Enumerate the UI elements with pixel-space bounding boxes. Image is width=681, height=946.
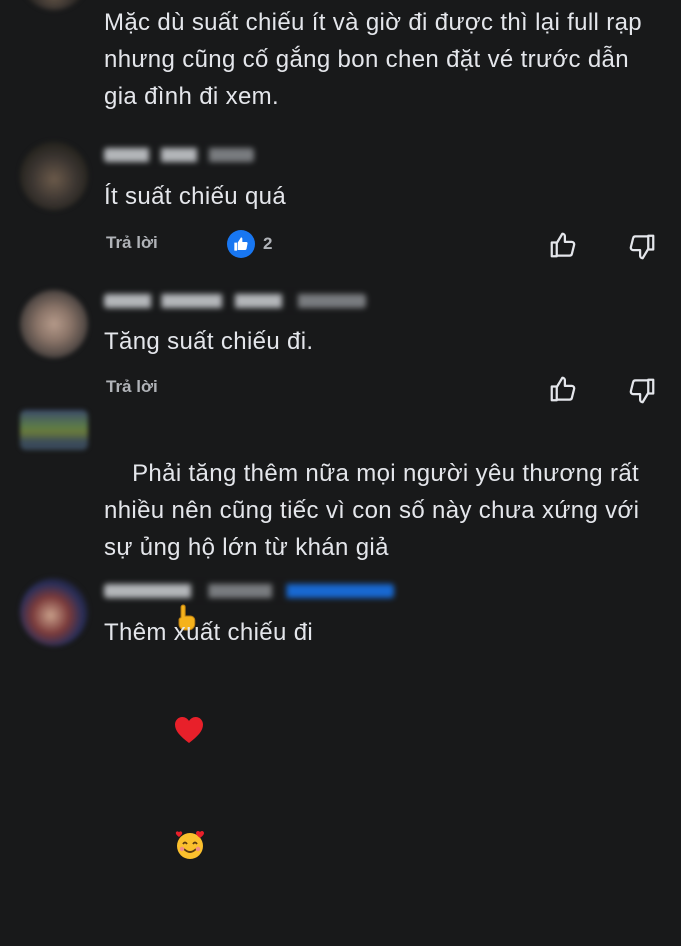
thumbs-up-icon[interactable] [548,374,578,409]
reply-link[interactable]: Trả lời [106,233,158,253]
comment-text: Ít suất chiếu quá [104,183,287,210]
avatar[interactable] [20,410,88,450]
commenter-name[interactable] [104,294,366,308]
comment-text: Mặc dù suất chiếu ít và giờ đi được thì … [104,9,650,110]
thumbs-down-icon[interactable] [627,376,657,411]
like-count: 2 [263,234,273,253]
like-reaction-glyph [234,237,248,251]
comment-3-actions: Trả lời [0,374,681,404]
avatar[interactable] [20,142,88,210]
avatar[interactable] [20,0,88,10]
thumbs-down-icon[interactable] [627,232,657,267]
reply-link[interactable]: Trả lời [106,377,158,397]
commenter-name[interactable] [104,584,394,598]
avatar[interactable] [20,578,88,646]
comment-text: Phải tăng thêm nữa mọi người yêu thương … [104,418,665,946]
comment-text: Tăng suất chiếu đi. [104,328,314,355]
comment-body: Phải tăng thêm nữa mọi người yêu thương … [104,460,647,561]
smiling-face-with-hearts-emoji [132,792,206,909]
thumbs-up-icon[interactable] [548,230,578,265]
red-heart-emoji [132,679,204,792]
avatar[interactable] [20,290,88,358]
commenter-name[interactable] [104,148,254,162]
comment-text: Thêm xuất chiếu đi [104,619,314,646]
comment-2-actions: Trả lời 2 [0,230,681,260]
like-reaction-icon[interactable] [227,230,255,258]
